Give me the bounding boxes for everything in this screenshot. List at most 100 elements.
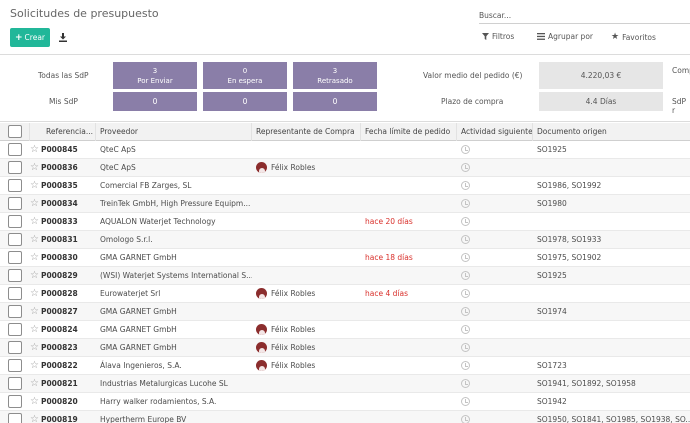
table-row[interactable]: ☆ P000824 GMA GARNET GmbH Félix Robles (0, 321, 690, 339)
star-icon[interactable]: ☆ (30, 144, 39, 155)
my-tile-late[interactable]: 0 (293, 92, 377, 111)
search-bar[interactable] (479, 7, 690, 24)
clock-icon[interactable] (461, 307, 470, 316)
clock-icon[interactable] (461, 289, 470, 298)
row-checkbox[interactable] (8, 377, 22, 390)
origin: SO1925 (537, 271, 567, 280)
col-origin[interactable]: Documento origen (533, 123, 690, 141)
tile-to-send[interactable]: 3 Por Enviar (113, 62, 197, 89)
table-row[interactable]: ☆ P000823 GMA GARNET GmbH Félix Robles (0, 339, 690, 357)
deadline-cell (361, 357, 457, 375)
row-checkbox[interactable] (8, 233, 22, 246)
table-row[interactable]: ☆ P000819 Hypertherm Europe BV SO1950, SO18… (0, 411, 690, 423)
col-vendor[interactable]: Proveedor (96, 122, 252, 141)
my-tile-to-send[interactable]: 0 (113, 92, 197, 111)
table-row[interactable]: ☆ P000830 GMA GARNET GmbH hace 18 días SO197… (0, 249, 690, 267)
buyer-cell: Félix Robles (252, 357, 361, 375)
clock-icon[interactable] (461, 343, 470, 352)
table-row[interactable]: ☆ P000822 Álava Ingenieros, S.A. Félix Robl… (0, 357, 690, 375)
star-icon[interactable]: ☆ (30, 162, 39, 173)
table-row[interactable]: ☆ P000835 Comercial FB Zarges, SL SO1986, S… (0, 177, 690, 195)
row-checkbox[interactable] (8, 143, 22, 156)
star-icon[interactable]: ☆ (30, 342, 39, 353)
deadline-cell (361, 321, 457, 339)
clock-icon[interactable] (461, 199, 470, 208)
star-icon[interactable]: ☆ (30, 252, 39, 263)
create-button[interactable]: + Crear (10, 28, 50, 47)
row-checkbox[interactable] (8, 413, 22, 423)
tile-label: Retrasado (317, 76, 353, 85)
star-icon[interactable]: ☆ (30, 396, 39, 407)
row-checkbox[interactable] (8, 269, 22, 282)
row-checkbox[interactable] (8, 161, 22, 174)
table-row[interactable]: ☆ P000829 (WSI) Waterjet Systems Internati… (0, 267, 690, 285)
filter-icon (482, 33, 489, 40)
select-all-checkbox[interactable] (7, 125, 22, 138)
table-row[interactable]: ☆ P000820 Harry walker rodamientos, S.A. SO… (0, 393, 690, 411)
group-by-button[interactable]: Agrupar por (537, 32, 593, 41)
clock-icon[interactable] (461, 181, 470, 190)
vendor-cell: Harry walker rodamientos, S.A. (96, 393, 252, 411)
deadline: hace 18 días (365, 253, 413, 262)
clock-icon[interactable] (461, 361, 470, 370)
row-checkbox[interactable] (8, 287, 22, 300)
star-icon[interactable]: ☆ (30, 288, 39, 299)
clock-icon[interactable] (461, 379, 470, 388)
table-row[interactable]: ☆ P000836 QteC ApS Félix Robles (0, 159, 690, 177)
search-input[interactable] (479, 7, 690, 23)
table-row[interactable]: ☆ P000828 Eurowaterjet Srl Félix Robles hace… (0, 285, 690, 303)
clock-icon[interactable] (461, 235, 470, 244)
row-checkbox[interactable] (8, 197, 22, 210)
star-icon[interactable]: ☆ (30, 234, 39, 245)
avatar (256, 342, 267, 353)
avg-order-value: 4.220,03 € (539, 62, 663, 89)
row-checkbox[interactable] (8, 395, 22, 408)
row-checkbox[interactable] (8, 215, 22, 228)
row-checkbox[interactable] (8, 341, 22, 354)
star-icon[interactable]: ☆ (30, 306, 39, 317)
star-icon[interactable]: ☆ (30, 180, 39, 191)
col-deadline[interactable]: Fecha límite de pedido (361, 122, 457, 141)
star-icon[interactable]: ☆ (30, 198, 39, 209)
star-icon[interactable]: ☆ (30, 270, 39, 281)
clock-icon[interactable] (461, 325, 470, 334)
row-checkbox[interactable] (8, 179, 22, 192)
row-select-cell (0, 177, 30, 195)
clock-icon[interactable] (461, 271, 470, 280)
star-icon[interactable]: ☆ (30, 360, 39, 371)
row-checkbox[interactable] (8, 305, 22, 318)
filters-button[interactable]: Filtros (482, 32, 514, 41)
col-buyer[interactable]: Representante de Compra (252, 122, 361, 141)
tile-late[interactable]: 3 Retrasado (293, 62, 377, 89)
download-button[interactable] (57, 30, 69, 44)
col-reference[interactable]: Referencia... (30, 122, 96, 141)
table-row[interactable]: ☆ P000827 GMA GARNET GmbH SO1974 (0, 303, 690, 321)
col-activity[interactable]: Actividad siguiente (457, 122, 533, 141)
star-icon[interactable]: ☆ (30, 414, 39, 423)
row-select-cell (0, 285, 30, 303)
row-checkbox[interactable] (8, 323, 22, 336)
download-icon (59, 32, 67, 42)
table-row[interactable]: ☆ P000834 TreinTek GmbH, High Pressure Equ… (0, 195, 690, 213)
clock-icon[interactable] (461, 163, 470, 172)
vendor: Harry walker rodamientos, S.A. (100, 397, 217, 406)
table-row[interactable]: ☆ P000845 QteC ApS SO1925 (0, 141, 690, 159)
table-row[interactable]: ☆ P000831 Omologo S.r.l. SO1978, SO1933 (0, 231, 690, 249)
group-by-label: Agrupar por (548, 32, 593, 41)
clock-icon[interactable] (461, 397, 470, 406)
clock-icon[interactable] (461, 253, 470, 262)
clock-icon[interactable] (461, 217, 470, 226)
tile-waiting[interactable]: 0 En espera (203, 62, 287, 89)
star-icon[interactable]: ☆ (30, 324, 39, 335)
favorites-button[interactable]: ★ Favoritos (611, 32, 656, 42)
star-icon[interactable]: ☆ (30, 378, 39, 389)
row-checkbox[interactable] (8, 359, 22, 372)
table-row[interactable]: ☆ P000821 Industrias Metalurgicas Lucohe S… (0, 375, 690, 393)
clock-icon[interactable] (461, 415, 470, 423)
table-row[interactable]: ☆ P000833 AQUALON Waterjet Technology hace … (0, 213, 690, 231)
clock-icon[interactable] (461, 145, 470, 154)
star-icon[interactable]: ☆ (30, 216, 39, 227)
row-checkbox[interactable] (8, 251, 22, 264)
my-tile-waiting[interactable]: 0 (203, 92, 287, 111)
vendor-cell: GMA GARNET GmbH (96, 303, 252, 321)
